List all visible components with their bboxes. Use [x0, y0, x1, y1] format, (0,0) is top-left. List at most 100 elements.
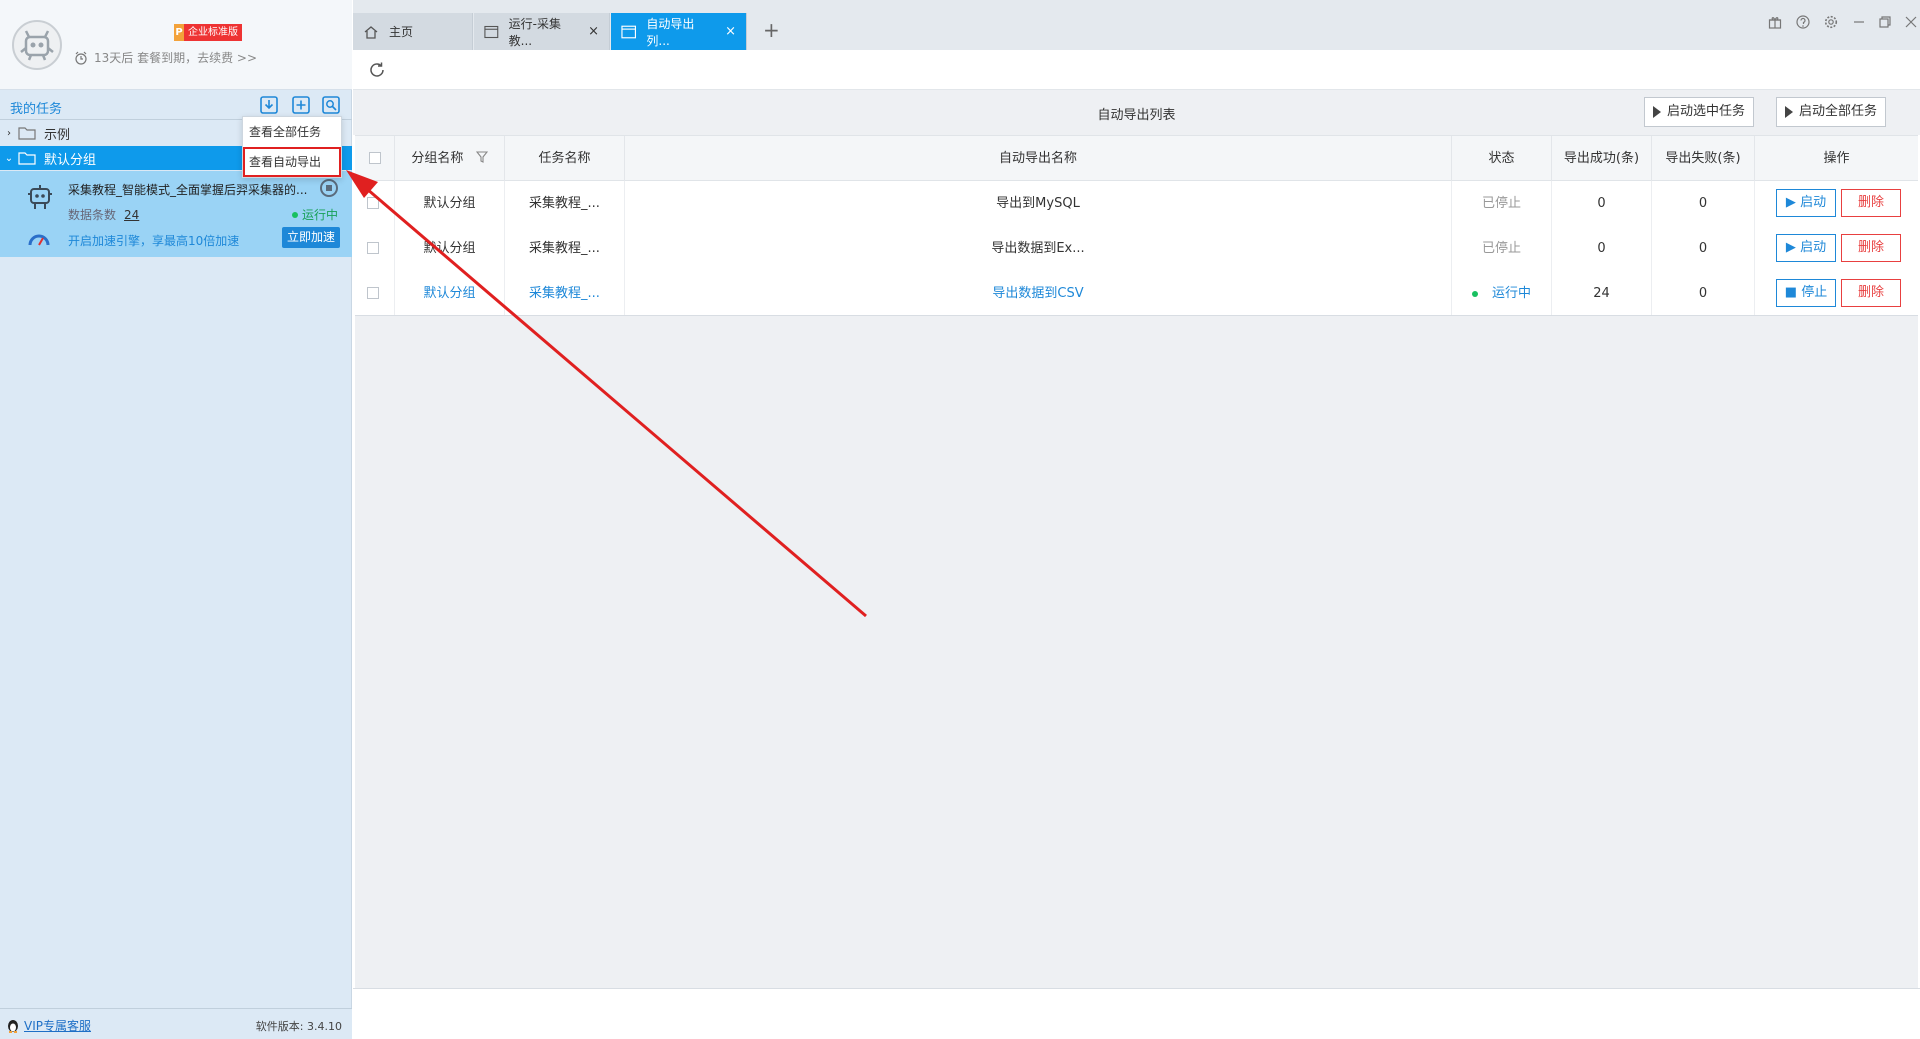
- delete-button[interactable]: 删除: [1841, 234, 1901, 262]
- gear-icon: [1824, 15, 1838, 29]
- import-task-button[interactable]: [258, 94, 280, 116]
- tab-run-task[interactable]: 运行-采集教... ×: [474, 13, 610, 50]
- search-list-icon: [322, 96, 340, 114]
- close-icon[interactable]: ×: [588, 24, 599, 39]
- folder-icon: [18, 152, 36, 165]
- gift-button[interactable]: [1765, 12, 1785, 32]
- expiry-notice[interactable]: 13天后 套餐到期，去续费 >>: [74, 49, 257, 66]
- start-button[interactable]: ▶ 启动: [1776, 189, 1836, 217]
- minimize-icon: [1854, 21, 1864, 23]
- window-icon: [484, 25, 499, 38]
- play-icon: ▶: [1785, 195, 1801, 210]
- expiry-text: 13天后 套餐到期，去续费 >>: [94, 51, 258, 65]
- task-data-count: 数据条数 24: [68, 206, 139, 223]
- select-all-checkbox[interactable]: [369, 152, 381, 164]
- software-version: 软件版本: 3.4.10: [255, 1020, 342, 1033]
- start-button[interactable]: ▶ 启动: [1776, 234, 1836, 262]
- row-export-name: 导出数据到Ex...: [625, 226, 1452, 271]
- stop-button-label: 停止: [1801, 285, 1828, 300]
- row-task: 采集教程_...: [505, 181, 625, 226]
- row-actions: ■ 停止 删除: [1755, 271, 1918, 316]
- add-tab-button[interactable]: +: [763, 18, 780, 42]
- profile-panel: P 企业标准版 13天后 套餐到期，去续费 >>: [0, 0, 352, 90]
- robot-avatar-icon: [20, 30, 54, 61]
- view-tasks-button[interactable]: [320, 94, 342, 116]
- tree-group-label: 示例: [44, 127, 71, 143]
- speedometer-icon: [28, 234, 50, 246]
- col-fail: 导出失败(条): [1652, 136, 1755, 182]
- accelerate-promo-text[interactable]: 开启加速引擎，享最高10倍加速: [68, 232, 239, 249]
- close-window-button[interactable]: [1901, 12, 1920, 32]
- home-icon: [364, 25, 378, 39]
- data-count-label: 数据条数: [68, 208, 117, 222]
- col-export-name: 自动导出名称: [625, 136, 1452, 182]
- vip-support-link[interactable]: VIP专属客服: [6, 1017, 91, 1034]
- select-all-cell: [355, 136, 395, 182]
- delete-button[interactable]: 删除: [1841, 189, 1901, 217]
- row-export-name: 导出数据到CSV: [625, 271, 1452, 316]
- row-checkbox[interactable]: [367, 197, 379, 209]
- window-icon: [621, 25, 637, 38]
- row-checkbox[interactable]: [367, 242, 379, 254]
- vip-support-label: VIP专属客服: [24, 1019, 91, 1033]
- edition-prefix: P: [174, 24, 184, 41]
- row-status: 已停止: [1452, 181, 1552, 226]
- minimize-button[interactable]: [1849, 12, 1869, 32]
- task-card[interactable]: 采集教程_智能模式_全面掌握后羿采集器的... 数据条数 24 运行中 开启加速引…: [0, 171, 352, 257]
- accelerate-now-button[interactable]: 立即加速: [282, 227, 341, 248]
- chevron-right-icon[interactable]: ›: [0, 128, 18, 139]
- close-icon[interactable]: ×: [725, 24, 736, 39]
- filter-icon[interactable]: [475, 151, 488, 163]
- sidebar-footer: VIP专属客服 软件版本: 3.4.10: [0, 1008, 352, 1039]
- stop-button[interactable]: ■ 停止: [1776, 279, 1836, 307]
- tree-group-label: 默认分组: [44, 152, 97, 168]
- view-all-tasks-item[interactable]: 查看全部任务: [243, 117, 341, 147]
- view-auto-export-item[interactable]: 查看自动导出: [243, 147, 341, 177]
- row-fail: 0: [1652, 271, 1755, 316]
- gift-icon: [1768, 17, 1782, 29]
- table-row[interactable]: 默认分组 采集教程_... 导出数据到Ex... 已停止 0 0 ▶ 启动 删除: [355, 226, 1918, 271]
- edition-label: 企业标准版: [184, 24, 242, 41]
- running-dot-icon: [292, 211, 298, 218]
- restore-button[interactable]: [1875, 12, 1895, 32]
- sidebar: P 企业标准版 13天后 套餐到期，去续费 >> 我的任务 › 示例 ⌄ 默认分…: [0, 0, 352, 1039]
- col-actions: 操作: [1823, 151, 1850, 166]
- col-group[interactable]: 分组名称: [395, 136, 505, 182]
- col-status: 状态: [1452, 136, 1552, 182]
- settings-button[interactable]: [1821, 12, 1841, 32]
- stop-task-button[interactable]: [320, 179, 338, 197]
- new-task-button[interactable]: [290, 94, 312, 116]
- tab-label: 运行-采集教...: [508, 16, 561, 48]
- row-checkbox[interactable]: [367, 287, 379, 299]
- alarm-clock-icon: [75, 51, 87, 65]
- help-button[interactable]: [1793, 12, 1813, 32]
- start-button-label: 启动: [1800, 195, 1827, 210]
- data-count-value[interactable]: 24: [124, 208, 139, 222]
- row-task: 采集教程_...: [505, 226, 625, 271]
- delete-button[interactable]: 删除: [1841, 279, 1901, 307]
- restore-icon: [1879, 16, 1891, 28]
- row-fail: 0: [1652, 181, 1755, 226]
- task-status-label: 运行中: [302, 208, 339, 222]
- refresh-icon[interactable]: [367, 60, 387, 80]
- start-all-button[interactable]: 启动全部任务: [1776, 97, 1887, 127]
- tab-label: 自动导出列...: [646, 16, 695, 48]
- running-dot-icon: [1471, 290, 1478, 297]
- row-success: 24: [1552, 271, 1652, 316]
- my-tasks-title: 我的任务: [10, 102, 63, 117]
- start-selected-button[interactable]: 启动选中任务: [1644, 97, 1755, 127]
- tab-label: 主页: [389, 25, 414, 39]
- folder-icon: [18, 127, 36, 140]
- row-export-name: 导出到MySQL: [625, 181, 1452, 226]
- tab-home[interactable]: 主页: [353, 13, 473, 50]
- plus-square-icon: [292, 96, 310, 114]
- list-header-bar: 自动导出列表 启动选中任务 启动全部任务: [353, 90, 1920, 135]
- task-name[interactable]: 采集教程_智能模式_全面掌握后羿采集器的...: [68, 181, 313, 198]
- row-status: 运行中: [1452, 271, 1552, 316]
- tab-auto-export-list[interactable]: 自动导出列... ×: [611, 13, 747, 50]
- avatar[interactable]: [12, 20, 62, 70]
- table-row[interactable]: 默认分组 采集教程_... 导出到MySQL 已停止 0 0 ▶ 启动 删除: [355, 181, 1918, 226]
- row-group: 默认分组: [395, 271, 505, 316]
- chevron-down-icon[interactable]: ⌄: [0, 153, 18, 164]
- table-row[interactable]: 默认分组 采集教程_... 导出数据到CSV 运行中 24 0 ■ 停止 删除: [355, 271, 1918, 316]
